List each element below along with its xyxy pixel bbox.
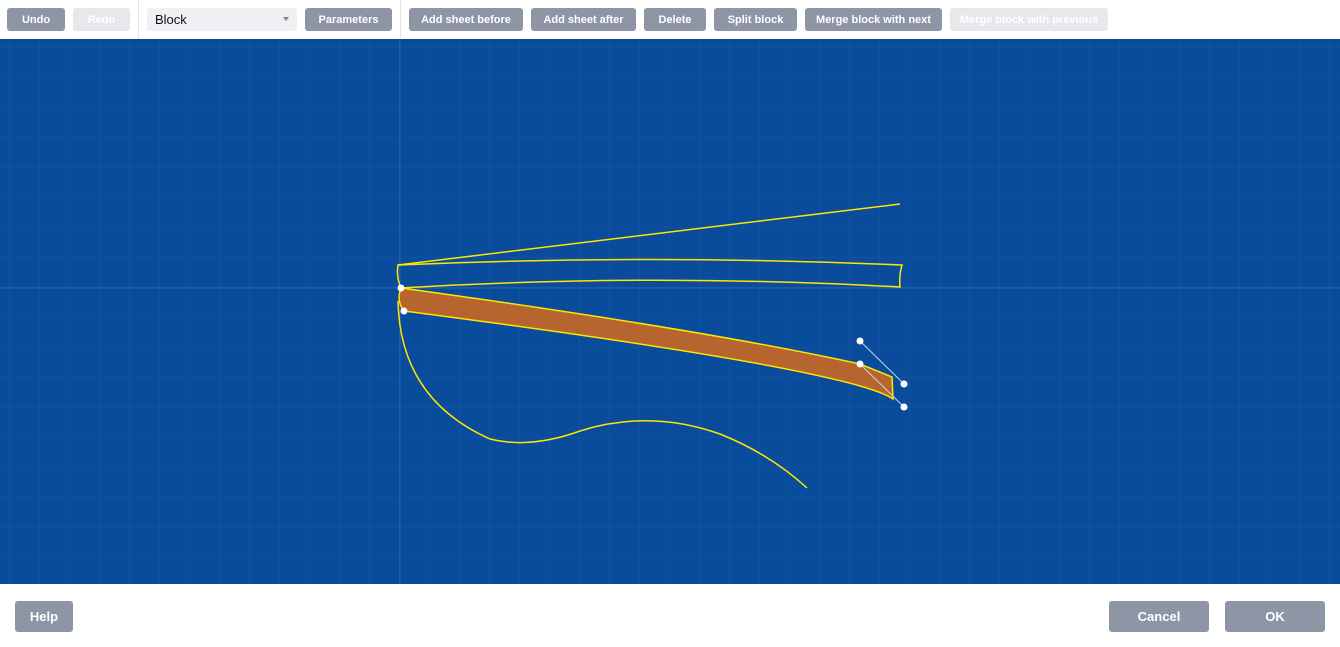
merge-previous-button[interactable]: Merge block with previous	[950, 8, 1108, 31]
split-block-button[interactable]: Split block	[714, 8, 797, 31]
control-point[interactable]	[856, 337, 864, 345]
control-point[interactable]	[900, 380, 908, 388]
toolbar: Undo Redo Block Parameters Add sheet bef…	[0, 0, 1340, 39]
editor-canvas[interactable]	[0, 39, 1340, 584]
add-sheet-after-button[interactable]: Add sheet after	[531, 8, 636, 31]
control-point[interactable]	[397, 284, 405, 292]
drawing	[0, 39, 1340, 584]
ok-button[interactable]: OK	[1225, 601, 1325, 632]
grid	[0, 39, 1340, 584]
parameters-button[interactable]: Parameters	[305, 8, 392, 31]
control-point[interactable]	[400, 307, 408, 315]
divider	[400, 0, 401, 39]
cancel-button[interactable]: Cancel	[1109, 601, 1209, 632]
merge-next-button[interactable]: Merge block with next	[805, 8, 942, 31]
chevron-down-icon	[283, 17, 289, 21]
divider	[138, 0, 139, 39]
add-sheet-before-button[interactable]: Add sheet before	[409, 8, 523, 31]
control-point[interactable]	[900, 403, 908, 411]
redo-button[interactable]: Redo	[73, 8, 130, 31]
footer: Help Cancel OK	[0, 584, 1340, 647]
mode-select-value: Block	[155, 12, 187, 27]
delete-button[interactable]: Delete	[644, 8, 706, 31]
mode-select[interactable]: Block	[147, 8, 297, 31]
undo-button[interactable]: Undo	[7, 8, 65, 31]
control-point[interactable]	[856, 360, 864, 368]
help-button[interactable]: Help	[15, 601, 73, 632]
